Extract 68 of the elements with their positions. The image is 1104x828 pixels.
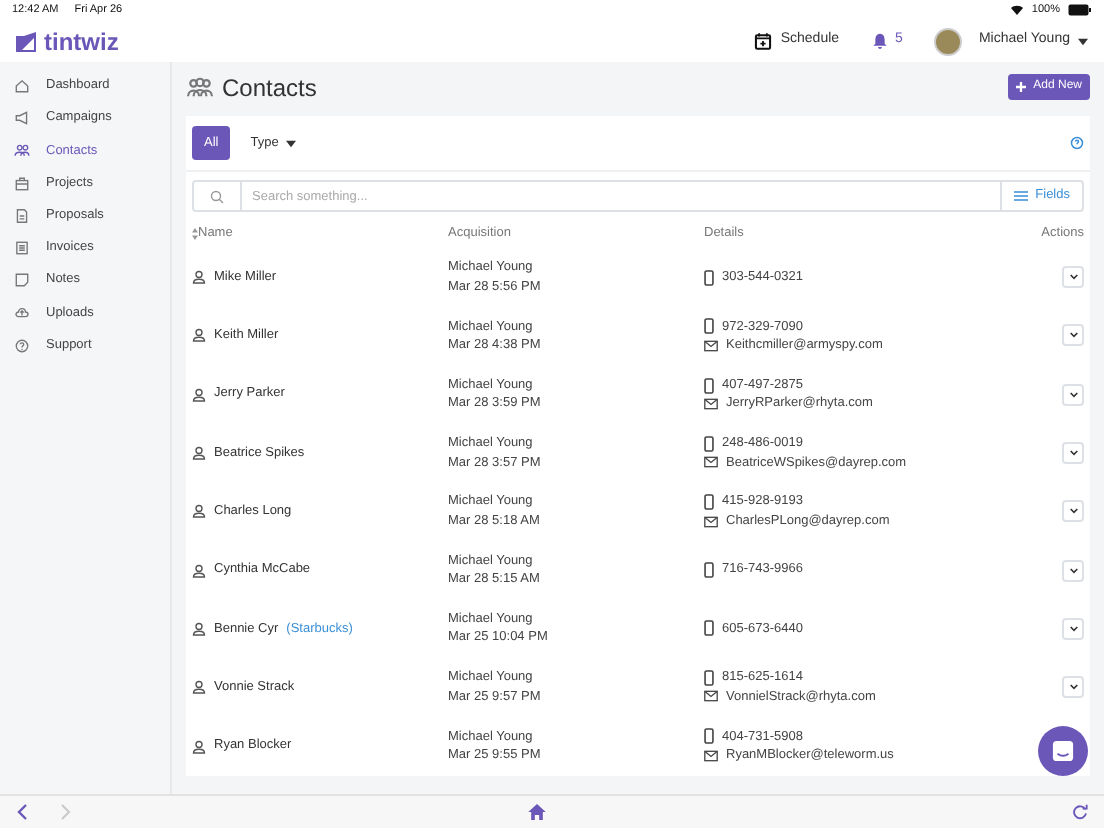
phone-icon [704, 269, 714, 286]
page-title: Contacts [222, 75, 317, 99]
actions-dropdown[interactable] [1062, 676, 1084, 699]
phone-icon [704, 562, 714, 579]
person-icon [192, 621, 206, 636]
person-icon [192, 739, 206, 754]
bell-icon [871, 32, 888, 50]
chevron-icon [1069, 274, 1077, 281]
home-icon[interactable] [528, 804, 546, 820]
phone-icon [704, 728, 714, 745]
chevron-icon [1069, 450, 1077, 457]
megaphone-icon [14, 110, 30, 127]
people-icon [186, 76, 214, 98]
sort-icon[interactable] [192, 228, 198, 240]
envelope-icon [704, 749, 718, 762]
briefcase-icon [14, 175, 30, 192]
cloud-upload-icon [14, 304, 30, 321]
caret-icon [286, 139, 297, 147]
envelope-icon [704, 690, 718, 703]
chevron-icon [1069, 332, 1077, 339]
logo-text: tintwiz [44, 29, 119, 53]
envelope-icon [704, 515, 718, 528]
chevron-icon [1069, 684, 1077, 691]
avatar [934, 27, 963, 55]
document-icon [14, 207, 30, 224]
envelope-icon [704, 456, 718, 469]
person-icon [192, 504, 206, 519]
actions-dropdown[interactable] [1062, 559, 1084, 582]
note-icon [14, 272, 30, 289]
person-icon [192, 387, 206, 402]
help-icon[interactable] [1070, 136, 1084, 150]
wifi-icon [1009, 4, 1024, 16]
actions-dropdown[interactable] [1062, 500, 1084, 523]
chevron-icon [1069, 508, 1077, 515]
house-icon [14, 78, 30, 95]
plus-icon [1015, 82, 1026, 92]
person-icon [192, 446, 206, 461]
logo-icon [16, 31, 36, 51]
actions-dropdown[interactable] [1062, 617, 1084, 640]
chat-icon [1052, 740, 1074, 762]
people-icon [14, 142, 30, 159]
battery-icon [1068, 4, 1092, 16]
chevron-icon [1069, 391, 1077, 398]
list-icon [1013, 190, 1028, 202]
chevron-icon [1069, 567, 1077, 574]
person-icon [192, 270, 206, 285]
actions-dropdown[interactable] [1062, 442, 1084, 465]
person-icon [192, 563, 206, 578]
calendar-icon [754, 32, 773, 50]
chevron-icon [1069, 625, 1077, 632]
person-icon [192, 680, 206, 695]
actions-dropdown[interactable] [1062, 324, 1084, 347]
phone-icon [704, 670, 714, 686]
actions-dropdown[interactable] [1062, 383, 1084, 406]
search-icon [210, 189, 224, 203]
phone-icon [704, 494, 714, 511]
phone-icon [704, 318, 714, 335]
envelope-icon [704, 339, 718, 352]
phone-icon [704, 435, 714, 452]
caret-icon [1078, 37, 1088, 45]
invoice-icon [14, 240, 30, 257]
person-icon [192, 328, 206, 343]
phone-icon [704, 377, 714, 394]
actions-dropdown[interactable] [1062, 266, 1084, 289]
envelope-icon [704, 397, 718, 410]
refresh-icon[interactable] [1072, 804, 1088, 820]
help-icon [14, 337, 30, 354]
phone-icon [704, 620, 714, 637]
